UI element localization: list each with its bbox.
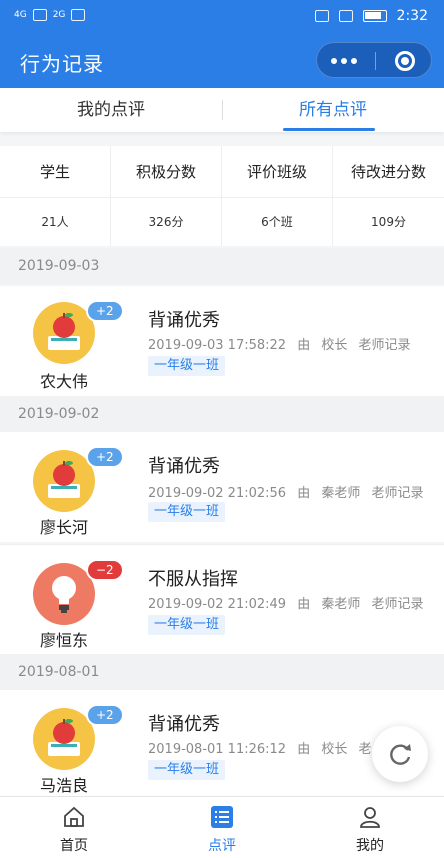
home-icon bbox=[64, 806, 84, 827]
record-title: 背诵优秀 bbox=[148, 714, 220, 735]
record-recorder: 秦老师 bbox=[321, 486, 361, 501]
stats-table: 学生 积极分数 评价班级 待改进分数 21人 326分 6个班 109分 bbox=[0, 146, 444, 246]
stats-header-students: 学生 bbox=[0, 146, 111, 197]
status-time: 2:32 bbox=[396, 8, 428, 24]
date-header: 2019-09-03 bbox=[0, 248, 444, 284]
tab-all-reviews[interactable]: 所有点评 bbox=[222, 88, 444, 132]
target-icon[interactable] bbox=[395, 51, 415, 71]
tab-bar: 我的点评 所有点评 bbox=[0, 88, 444, 132]
stats-value-classes: 6个班 bbox=[222, 198, 333, 246]
network-label-4g: 4G bbox=[14, 10, 27, 20]
nav-bar: 行为记录 bbox=[0, 34, 444, 88]
record-by: 由 bbox=[297, 338, 311, 353]
capsule-divider bbox=[375, 52, 376, 70]
record-role: 老师记录 bbox=[358, 338, 411, 353]
record-datetime: 2019-09-02 21:02:56 bbox=[148, 486, 287, 501]
tab-active-underline bbox=[283, 128, 375, 131]
nav-mine[interactable]: 我的 bbox=[296, 797, 444, 858]
student-name: 廖长河 bbox=[39, 518, 88, 537]
record-meta: 2019-09-02 21:02:56 由 秦老师 老师记录 bbox=[148, 482, 431, 501]
stats-header-improve: 待改进分数 bbox=[350, 163, 426, 181]
nav-home-label: 首页 bbox=[60, 838, 88, 854]
date-header: 2019-08-01 bbox=[0, 654, 444, 690]
refresh-button[interactable] bbox=[372, 726, 428, 782]
student-name: 廖恒东 bbox=[39, 631, 88, 650]
stats-header-row: 学生 积极分数 评价班级 待改进分数 bbox=[0, 146, 444, 198]
status-left: 4G 2G bbox=[14, 9, 86, 21]
status-bar: 4G 2G 2:32 bbox=[0, 0, 444, 34]
more-dots-icon[interactable] bbox=[331, 58, 357, 64]
status-right: 2:32 bbox=[314, 8, 428, 24]
date-header: 2019-09-02 bbox=[0, 396, 444, 432]
record-card[interactable]: −2 廖恒东 不服从指挥 2019-09-02 21:02:49 由 秦老师 老… bbox=[0, 544, 444, 654]
list-icon bbox=[211, 806, 233, 828]
nav-mine-label: 我的 bbox=[356, 838, 384, 854]
record-by: 由 bbox=[297, 486, 311, 501]
record-role: 老师记录 bbox=[371, 486, 424, 501]
stats-header-classes: 评价班级 bbox=[222, 146, 333, 197]
stats-value-positive: 326分 bbox=[111, 198, 222, 246]
nav-home[interactable]: 首页 bbox=[0, 797, 148, 858]
user-icon bbox=[360, 807, 380, 828]
record-recorder: 秦老师 bbox=[321, 597, 361, 612]
record-meta: 2019-09-02 21:02:49 由 秦老师 老师记录 bbox=[148, 593, 431, 612]
record-recorder: 校长 bbox=[321, 742, 348, 757]
stats-value-improve: 109分 bbox=[371, 215, 406, 229]
class-tag: 一年级一班 bbox=[148, 615, 226, 635]
record-by: 由 bbox=[297, 742, 311, 757]
score-badge: −2 bbox=[86, 559, 124, 581]
record-meta: 2019-09-03 17:58:22 由 校长 老师记录 bbox=[148, 334, 418, 353]
record-card[interactable]: +2 农大伟 背诵优秀 2019-09-03 17:58:22 由 校长 老师记… bbox=[0, 286, 444, 396]
record-recorder: 校长 bbox=[321, 338, 348, 353]
wifi-icon bbox=[71, 9, 86, 21]
record-title: 背诵优秀 bbox=[148, 310, 220, 331]
record-role: 老师记录 bbox=[371, 597, 424, 612]
nav-reviews[interactable]: 点评 bbox=[148, 797, 296, 858]
tab-my-reviews[interactable]: 我的点评 bbox=[0, 88, 222, 132]
score-badge: +2 bbox=[86, 446, 124, 468]
nav-reviews-label: 点评 bbox=[208, 838, 236, 854]
score-badge: +2 bbox=[86, 704, 124, 726]
stats-header-positive: 积极分数 bbox=[111, 146, 222, 197]
alarm-icon bbox=[314, 10, 329, 22]
mini-program-capsule bbox=[316, 42, 432, 78]
battery-icon bbox=[362, 10, 387, 22]
record-title: 背诵优秀 bbox=[148, 456, 220, 477]
record-datetime: 2019-08-01 11:26:12 bbox=[148, 742, 287, 757]
record-title: 不服从指挥 bbox=[148, 569, 238, 590]
bottom-nav: 首页 点评 我的 bbox=[0, 796, 444, 858]
record-meta: 2019-08-01 11:26:12 由 校长 老 bbox=[148, 738, 379, 757]
student-name: 农大伟 bbox=[39, 372, 88, 391]
class-tag: 一年级一班 bbox=[148, 502, 226, 522]
network-label-2g: 2G bbox=[52, 10, 66, 20]
stats-value-students: 21人 bbox=[0, 198, 111, 246]
page-title: 行为记录 bbox=[20, 52, 104, 76]
score-badge: +2 bbox=[86, 300, 124, 322]
class-tag: 一年级一班 bbox=[148, 760, 226, 780]
refresh-icon bbox=[390, 744, 411, 765]
record-role: 老 bbox=[358, 742, 372, 757]
student-name: 马浩良 bbox=[39, 776, 88, 795]
record-card[interactable]: +2 廖长河 背诵优秀 2019-09-02 21:02:56 由 秦老师 老师… bbox=[0, 432, 444, 542]
record-datetime: 2019-09-02 21:02:49 bbox=[148, 597, 287, 612]
signal-icon bbox=[32, 9, 47, 21]
vibrate-icon bbox=[338, 10, 353, 22]
record-by: 由 bbox=[297, 597, 311, 612]
stats-value-row: 21人 326分 6个班 109分 bbox=[0, 198, 444, 246]
record-datetime: 2019-09-03 17:58:22 bbox=[148, 338, 287, 353]
class-tag: 一年级一班 bbox=[148, 356, 226, 376]
